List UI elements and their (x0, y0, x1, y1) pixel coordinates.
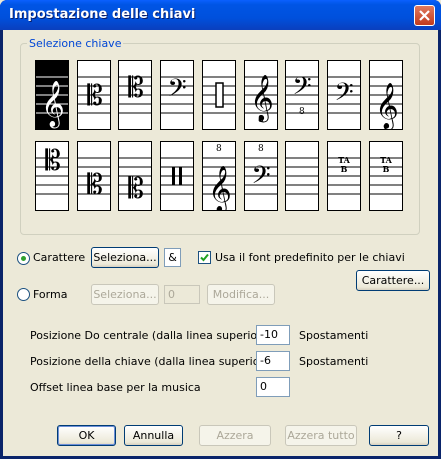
clef-tile-treble-8va-clef[interactable]: 𝄞 8 (202, 141, 236, 211)
use-default-font-checkbox[interactable] (198, 251, 211, 264)
clef-tile-mezzo-soprano-c-clef[interactable]: 𝄡 (77, 141, 111, 211)
percussion-clef-2-icon (161, 157, 193, 195)
clef-tile-baritone-f-clef[interactable]: 𝄢 (327, 60, 361, 130)
blank-clef-icon (286, 157, 318, 195)
character-select-button[interactable]: Seleziona... (91, 247, 159, 268)
tab-clef-6-icon (370, 157, 402, 195)
tab-label: TAB (338, 155, 350, 174)
clef-tile-tab-clef-6[interactable]: TAB (369, 141, 403, 211)
use-default-font-label: Usa il font predefinito per le chiavi (215, 251, 405, 264)
character-value-field[interactable]: & (164, 248, 181, 267)
treble-clef-icon: 𝄞 (36, 76, 68, 129)
svg-text:𝄡: 𝄡 (87, 79, 103, 112)
baritone-f-clef-icon: 𝄢 (328, 76, 360, 114)
reset-button[interactable]: Azzera (199, 425, 271, 446)
svg-text:𝄞: 𝄞 (41, 81, 65, 129)
tenor-clef-icon: 𝄡 (119, 71, 151, 114)
svg-text:𝄞: 𝄞 (208, 166, 232, 210)
svg-text:𝄢: 𝄢 (292, 72, 311, 107)
clef-selection-label: Selezione chiave (27, 37, 124, 50)
clef-tile-treble-8vb-clef[interactable]: 𝄞 8 (244, 60, 278, 130)
octave-label: 8 (216, 144, 222, 154)
close-icon (419, 10, 430, 21)
baseline-offset-input[interactable]: 0 (256, 377, 290, 397)
svg-text:𝄢: 𝄢 (167, 74, 186, 109)
clef-position-label: Posizione della chiave (dalla linea supe… (30, 355, 275, 368)
soprano-c-clef-icon: 𝄡 (36, 144, 68, 195)
svg-text:𝄡: 𝄡 (128, 172, 144, 205)
tab-label: TAB (380, 155, 392, 174)
clef-position-unit: Spostamenti (299, 355, 369, 368)
octave-label: 8 (258, 144, 264, 154)
svg-text:𝄡: 𝄡 (128, 71, 144, 104)
french-violin-clef-icon: 𝄞 (370, 76, 402, 129)
character-radio-label: Carattere (33, 251, 86, 264)
clef-tile-alto-clef[interactable]: 𝄡 (77, 60, 111, 130)
clef-position-input[interactable]: -6 (256, 351, 290, 371)
clef-tile-percussion-clef[interactable] (202, 60, 236, 130)
font-button[interactable]: Carattere... (356, 270, 430, 291)
window-title: Impostazione delle chiavi (9, 7, 196, 22)
svg-text:𝄡: 𝄡 (87, 168, 103, 201)
clef-tile-baritone-c-clef[interactable]: 𝄡 (118, 141, 152, 211)
help-button[interactable]: ? (369, 425, 429, 446)
clef-tile-soprano-c-clef[interactable]: 𝄡 (35, 141, 69, 211)
baritone-c-clef-icon: 𝄡 (119, 157, 151, 205)
reset-all-button[interactable]: Azzera tutto (285, 425, 357, 446)
shape-radio-label: Forma (33, 288, 68, 301)
clef-selection-group: Selezione chiave 𝄞 𝄡 𝄡 𝄢 𝄞 8 𝄢 8 𝄢 𝄞 𝄡 𝄡 𝄡 𝄞 8 𝄢 8 TAB TAB (20, 37, 420, 235)
dialog-window: Impostazione delle chiavi Selezione chia… (0, 0, 441, 459)
octave-label: 8 (299, 107, 305, 117)
mezzo-soprano-c-clef-icon: 𝄡 (78, 157, 110, 201)
svg-text:𝄢: 𝄢 (334, 78, 353, 113)
clef-tile-percussion-clef-2[interactable] (160, 141, 194, 211)
alto-clef-icon: 𝄡 (78, 76, 110, 114)
clef-tile-tab-clef-4[interactable]: TAB (327, 141, 361, 211)
tab-clef-4-icon (328, 157, 360, 195)
bass-clef-icon: 𝄢 (161, 74, 193, 114)
clef-tile-bass-8vb-clef[interactable]: 𝄢 8 (285, 60, 319, 130)
svg-text:𝄡: 𝄡 (45, 144, 61, 177)
bass-8vb-clef-icon: 𝄢 (286, 72, 318, 114)
baseline-offset-label: Offset linea base per la musica (30, 381, 201, 394)
percussion-clef-icon (203, 76, 235, 114)
clef-tile-french-violin-clef[interactable]: 𝄞 (369, 60, 403, 130)
octave-label: 8 (258, 115, 264, 125)
title-bar[interactable]: Impostazione delle chiavi (0, 0, 441, 30)
shape-select-button[interactable]: Seleziona... (91, 284, 159, 305)
shape-radio[interactable] (17, 288, 30, 301)
dialog-body: Selezione chiave 𝄞 𝄡 𝄡 𝄢 𝄞 8 𝄢 8 𝄢 𝄞 𝄡 𝄡 𝄡 𝄞 8 𝄢 8 TAB TAB… (3, 30, 438, 456)
middle-c-label: Posizione Do centrale (dalla linea super… (30, 329, 273, 342)
shape-modify-button[interactable]: Modifica... (207, 284, 275, 305)
clef-tile-bass-clef[interactable]: 𝄢 (160, 60, 194, 130)
svg-text:𝄞: 𝄞 (375, 83, 399, 129)
svg-text:𝄢: 𝄢 (251, 161, 270, 196)
clef-tile-treble-clef[interactable]: 𝄞 (35, 60, 69, 130)
close-button[interactable] (414, 5, 435, 26)
checkmark-icon (200, 253, 209, 262)
middle-c-input[interactable]: -10 (256, 325, 290, 345)
character-radio[interactable] (17, 252, 30, 265)
shape-value-field[interactable]: 0 (164, 285, 200, 304)
cancel-button[interactable]: Annulla (124, 425, 183, 446)
clef-tile-tenor-clef[interactable]: 𝄡 (118, 60, 152, 130)
clef-tile-bass-8va-clef[interactable]: 𝄢 8 (244, 141, 278, 211)
clef-tile-blank-clef[interactable] (285, 141, 319, 211)
middle-c-unit: Spostamenti (299, 329, 369, 342)
ok-button[interactable]: OK (57, 425, 116, 446)
